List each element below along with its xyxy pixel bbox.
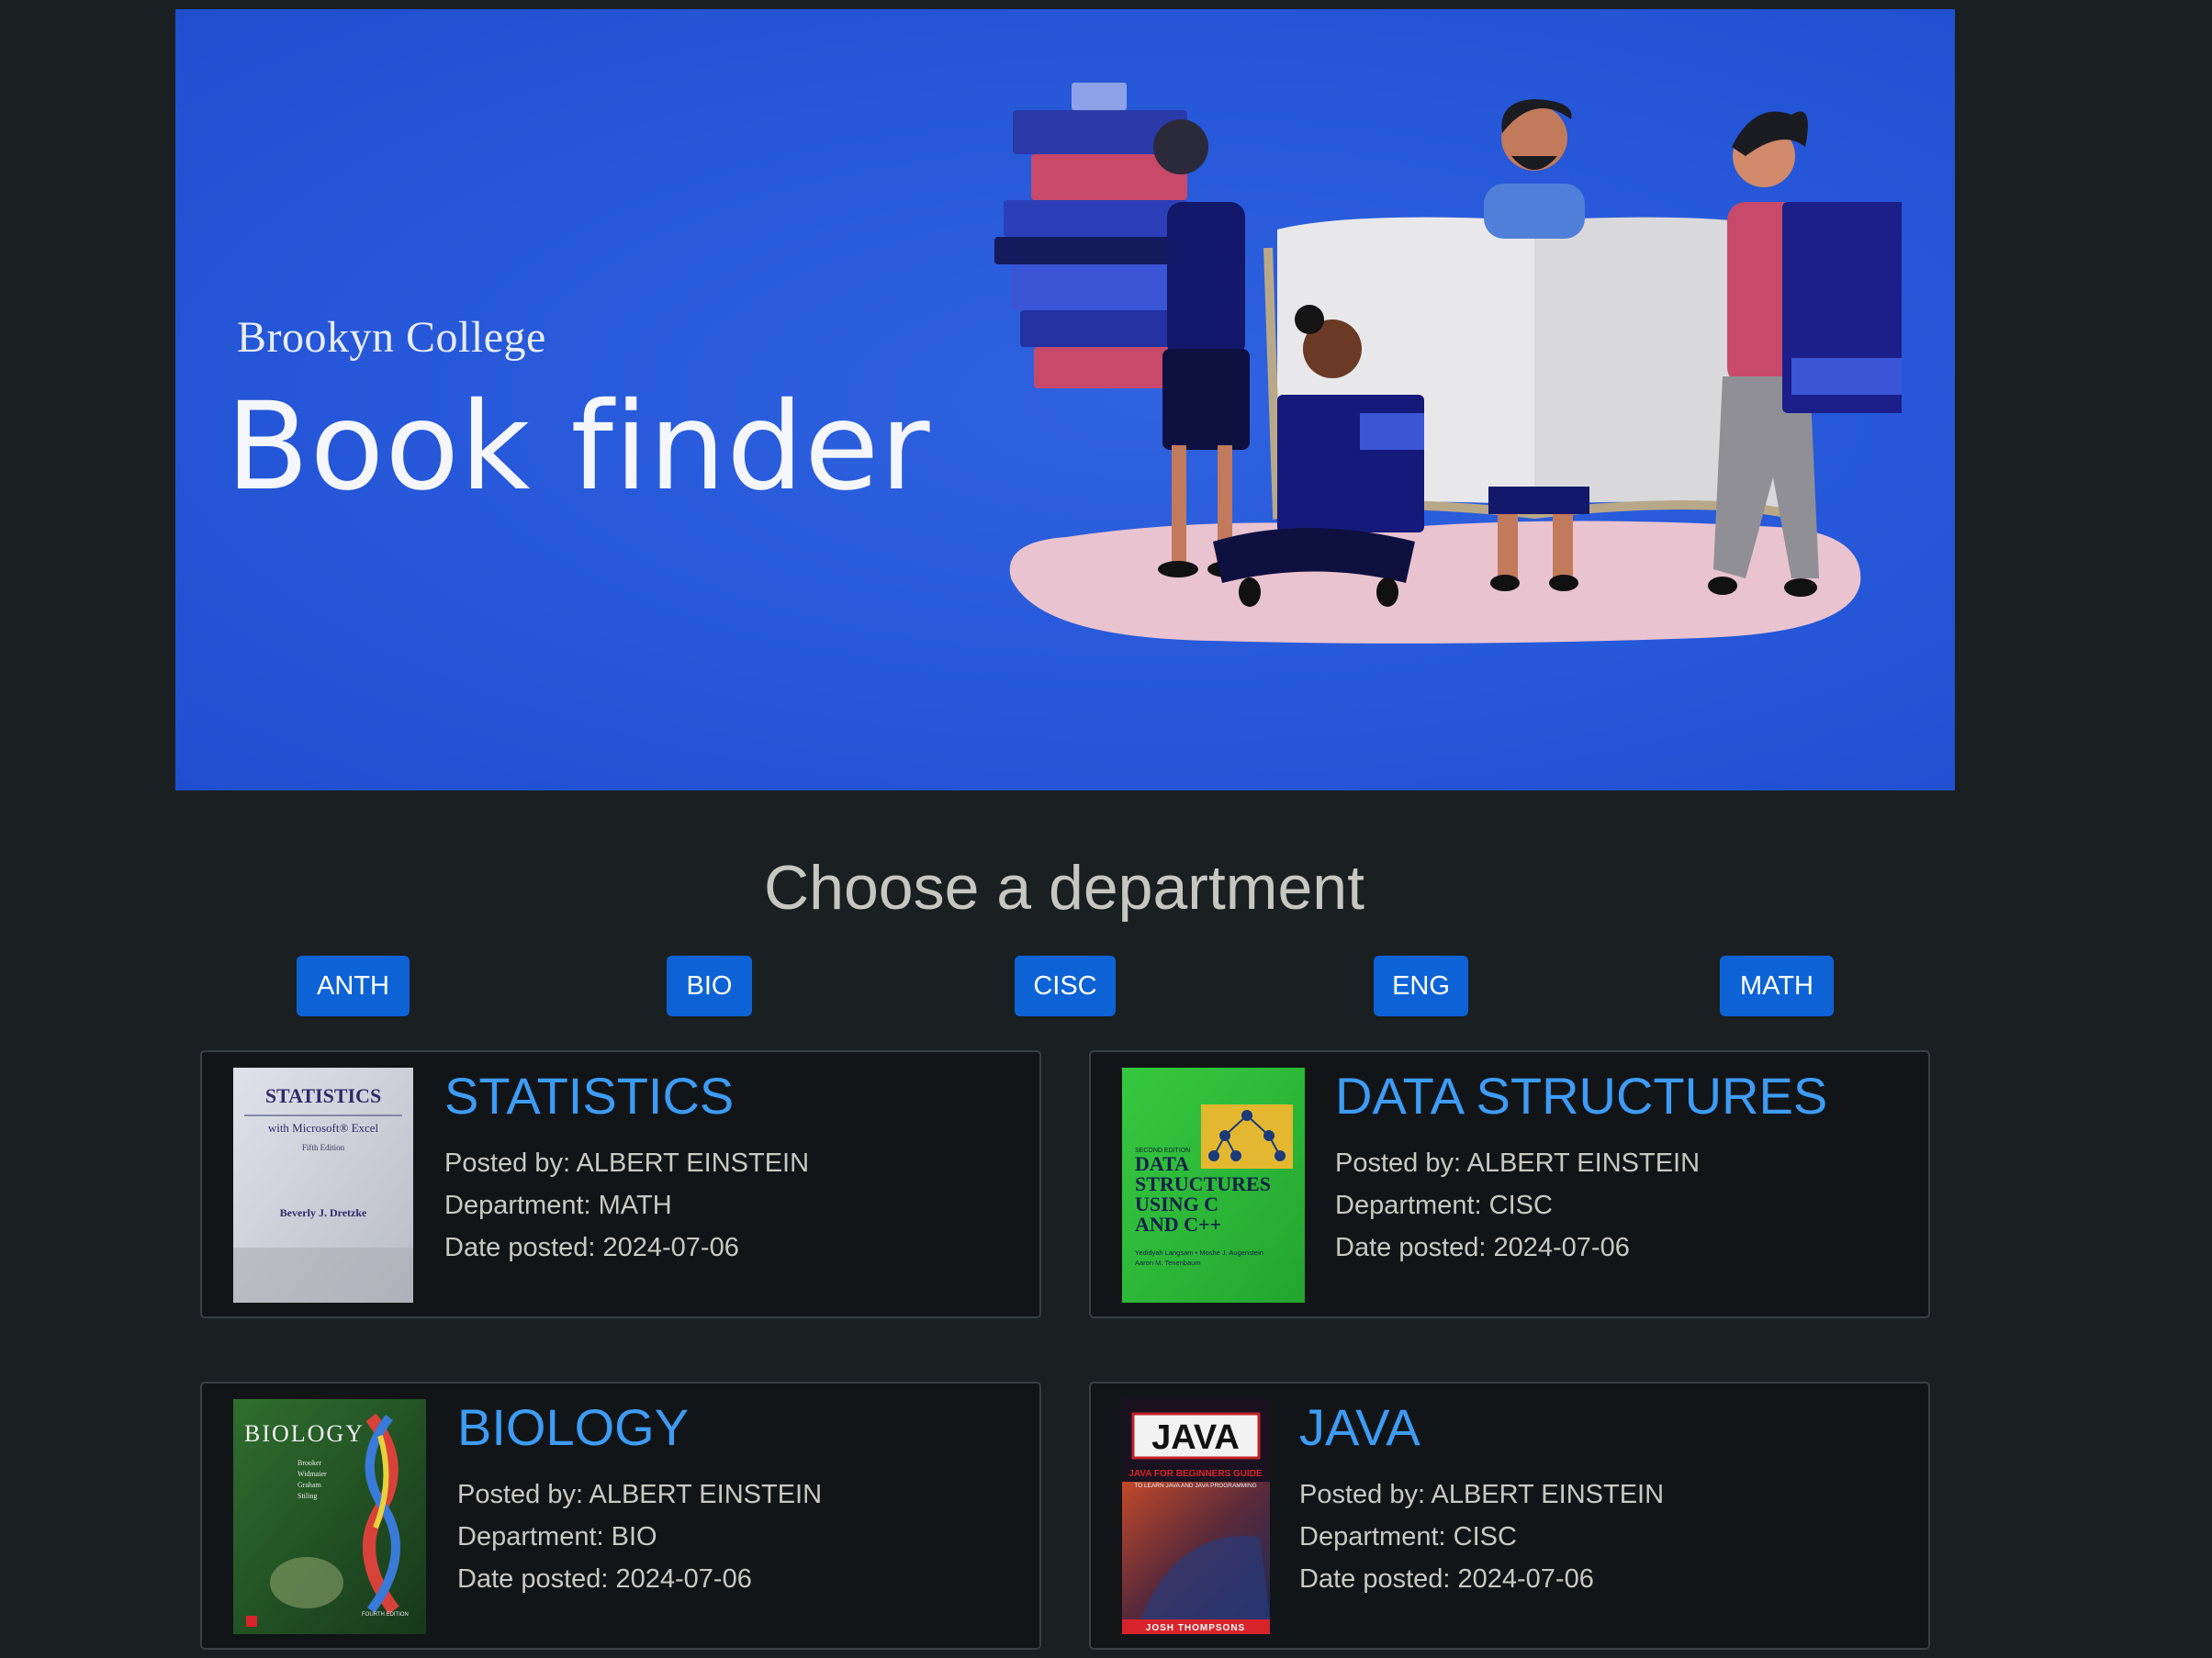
banner-subtitle: Brookyn College (237, 313, 546, 362)
publisher-logo-icon (246, 1616, 257, 1627)
cover-authors-2: Aaron M. Tenenbaum (1135, 1259, 1201, 1267)
date-posted: Date posted: 2024-07-06 (1299, 1564, 1594, 1594)
department-label: Department: MATH (444, 1191, 672, 1220)
cover-author: Beverly J. Dretzke (280, 1206, 367, 1219)
cover-author: JOSH THOMPSONS (1146, 1623, 1245, 1633)
reading-people-illustration (994, 83, 1902, 644)
book-info: JAVA Posted by: ALBERT EINSTEIN Departme… (1299, 1402, 1664, 1600)
department-button-math[interactable]: MATH (1720, 956, 1834, 1016)
book-cover-image[interactable]: SECOND EDITION DATA STRUCTURES USING C A… (1122, 1068, 1305, 1303)
cover-title: JAVA (1151, 1418, 1240, 1457)
department-label: Department: BIO (457, 1522, 657, 1552)
department-button-eng[interactable]: ENG (1374, 956, 1468, 1016)
book-title[interactable]: JAVA (1299, 1402, 1664, 1453)
book-title[interactable]: BIOLOGY (457, 1402, 822, 1453)
book-info: STATISTICS Posted by: ALBERT EINSTEIN De… (444, 1070, 809, 1269)
cover-author-1: Brooker (298, 1459, 322, 1467)
book-cover-image[interactable]: BIOLOGY Brooker Widmaier Graham Stiling … (233, 1399, 426, 1634)
department-button-cisc[interactable]: CISC (1015, 956, 1116, 1016)
date-posted: Date posted: 2024-07-06 (444, 1233, 739, 1262)
department-button-bio[interactable]: BIO (667, 956, 752, 1016)
date-posted: Date posted: 2024-07-06 (457, 1564, 752, 1594)
book-card[interactable]: JAVA JAVA FOR BEGINNERS GUIDE TO LEARN J… (1089, 1382, 1930, 1650)
book-cover-image[interactable]: STATISTICS with Microsoft® Excel Fifth E… (233, 1068, 413, 1303)
department-label: Department: CISC (1299, 1522, 1517, 1552)
book-card[interactable]: STATISTICS with Microsoft® Excel Fifth E… (200, 1050, 1041, 1318)
posted-by: Posted by: ALBERT EINSTEIN (1335, 1148, 1701, 1178)
cover-title: BIOLOGY (244, 1420, 365, 1447)
cover-edition: FOURTH EDITION (362, 1612, 409, 1618)
posted-by: Posted by: ALBERT EINSTEIN (444, 1148, 810, 1178)
cover-edition: Fifth Edition (302, 1143, 345, 1152)
banner-title: Book finder (226, 376, 931, 518)
department-button-anth[interactable]: ANTH (297, 956, 410, 1016)
book-card[interactable]: SECOND EDITION DATA STRUCTURES USING C A… (1089, 1050, 1930, 1318)
cover-line4: AND C++ (1135, 1213, 1221, 1236)
department-label: Department: CISC (1335, 1191, 1553, 1220)
book-info: DATA STRUCTURES Posted by: ALBERT EINSTE… (1335, 1070, 1827, 1269)
date-posted: Date posted: 2024-07-06 (1335, 1233, 1630, 1262)
department-heading: Choose a department (764, 853, 1364, 923)
book-title[interactable]: STATISTICS (444, 1070, 809, 1122)
hero-banner: Brookyn College Book finder (175, 9, 1955, 790)
posted-by: Posted by: ALBERT EINSTEIN (1299, 1480, 1665, 1509)
posted-by: Posted by: ALBERT EINSTEIN (457, 1480, 823, 1509)
cover-tagline: JAVA FOR BEGINNERS GUIDE (1128, 1469, 1263, 1479)
book-title[interactable]: DATA STRUCTURES (1335, 1070, 1827, 1122)
cover-authors-1: Yedidyah Langsam • Moshe J. Augenstein (1135, 1249, 1263, 1257)
cover-title: STATISTICS (265, 1084, 381, 1107)
cover-author-3: Graham (298, 1481, 322, 1489)
cover-author-4: Stiling (298, 1492, 317, 1500)
book-cover-image[interactable]: JAVA JAVA FOR BEGINNERS GUIDE TO LEARN J… (1122, 1399, 1270, 1634)
cover-subtitle: with Microsoft® Excel (268, 1121, 379, 1135)
book-info: BIOLOGY Posted by: ALBERT EINSTEIN Depar… (457, 1402, 822, 1600)
cover-subtitle: TO LEARN JAVA AND JAVA PROGRAMMING (1134, 1483, 1256, 1489)
book-card[interactable]: BIOLOGY Brooker Widmaier Graham Stiling … (200, 1382, 1041, 1650)
cover-author-2: Widmaier (298, 1470, 327, 1478)
